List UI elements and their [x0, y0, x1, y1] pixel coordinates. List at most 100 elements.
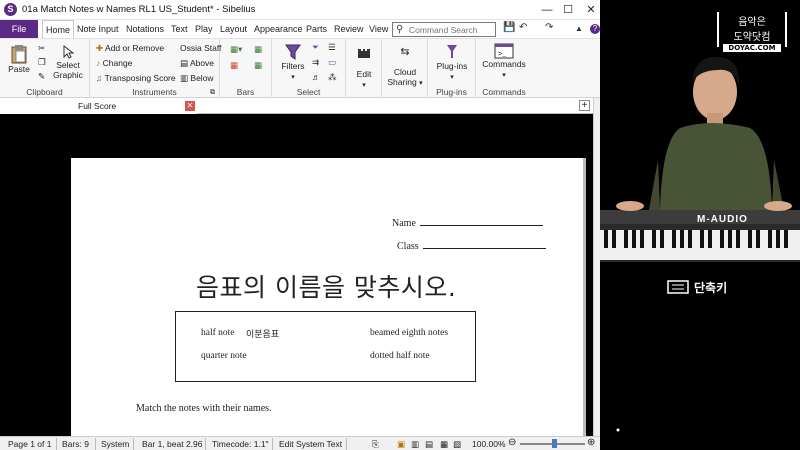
select-group-label: Select: [296, 87, 321, 97]
word-half-note-korean: 이분음표: [246, 330, 280, 340]
tab-layout[interactable]: Layout: [220, 20, 247, 38]
clipboard-group: Paste ✂ ❐ ✎ Select Graphic Clipboard: [0, 39, 90, 98]
instructor-scene: [600, 0, 800, 450]
score-page[interactable]: Name Class 음표의 이름을 맞추시오. half note 이분음표 …: [71, 158, 586, 436]
add-remove-button[interactable]: ✚ Add or Remove: [96, 43, 164, 54]
page-view-icon[interactable]: ▣: [397, 439, 405, 450]
join-bar-icon[interactable]: ▦: [254, 60, 262, 71]
terminal-icon: >_: [494, 43, 514, 59]
zoom-slider-thumb[interactable]: [552, 439, 557, 448]
bars-group-label: Bars: [236, 87, 255, 97]
title-bar: S 01a Match Notes w Names RL1 US_Student…: [0, 0, 600, 20]
select-more-icon[interactable]: ⇉: [312, 57, 319, 68]
tab-view[interactable]: View: [369, 20, 388, 38]
select-list-icon[interactable]: ☰: [328, 42, 336, 53]
sibelius-logo-icon: S: [4, 3, 17, 16]
ossia-above-button[interactable]: ▤ Above: [180, 58, 214, 69]
new-tab-button[interactable]: +: [579, 100, 590, 111]
full-score-label: Full Score: [78, 101, 117, 111]
filter-small-icon[interactable]: ⏷: [312, 42, 319, 53]
class-label: Class: [397, 241, 419, 252]
split-bar-icon[interactable]: ▦: [254, 44, 262, 55]
word-half-note: half note: [201, 328, 235, 338]
delete-bar-icon[interactable]: ▦: [230, 60, 238, 71]
fit-view-icon[interactable]: ▧: [453, 439, 461, 450]
tab-appearance[interactable]: Appearance: [254, 20, 303, 38]
bars-group: ▦▾ ▦ ▦ ▦ Bars: [220, 39, 272, 98]
status-system: System: [101, 439, 130, 449]
score-canvas[interactable]: Name Class 음표의 이름을 맞추시오. half note 이분음표 …: [0, 114, 593, 436]
zoom-in-icon[interactable]: ⊕: [587, 437, 595, 448]
cloud-sharing-button[interactable]: ⇆ Cloud Sharing ▾: [385, 47, 425, 89]
plugins-button[interactable]: Plug-ins ▾: [431, 43, 473, 83]
ossia-below-button[interactable]: ▥ Below: [180, 73, 214, 84]
clipboard-icon: [11, 45, 27, 64]
name-label: Name: [392, 218, 416, 229]
tab-home[interactable]: Home: [42, 20, 75, 38]
plugin-funnel-icon: [447, 45, 457, 58]
change-button[interactable]: ♪ Change: [96, 58, 132, 69]
save-icon[interactable]: 💾: [503, 22, 515, 33]
cut-icon[interactable]: ✂: [38, 43, 45, 54]
tab-play[interactable]: Play: [195, 20, 213, 38]
ossia-above-icon: ▤: [180, 58, 189, 68]
select-group: Filters ▾ ⏷ ☰ ⇉ ▭ ♬ ⁂ Select: [272, 39, 346, 98]
plugins-group-label: Plug-ins: [436, 87, 467, 97]
command-search[interactable]: ⚲: [392, 22, 496, 37]
tab-note-input[interactable]: Note Input: [77, 20, 119, 38]
commands-button[interactable]: >_ Commands ▾: [480, 43, 528, 81]
window-title: 01a Match Notes w Names RL1 US_Student* …: [22, 4, 256, 15]
triangle-up-icon[interactable]: ▲: [575, 24, 583, 33]
keyboard-brand-label: M-AUDIO: [697, 214, 748, 225]
format-painter-icon[interactable]: ✎: [38, 71, 45, 82]
tab-notations[interactable]: Notations: [126, 20, 164, 38]
paste-button[interactable]: Paste: [6, 44, 32, 74]
document-tabs: Full Score ✕: [0, 98, 600, 114]
filters-button[interactable]: Filters ▾: [278, 43, 308, 83]
select-system-icon[interactable]: ♬: [312, 72, 321, 83]
name-field[interactable]: Name: [392, 217, 543, 229]
spread-view-icon[interactable]: ▥: [411, 439, 419, 450]
vertical-scrollbar[interactable]: [593, 98, 600, 436]
multi-page-icon[interactable]: ▦: [440, 439, 448, 450]
panorama-view-icon[interactable]: ▤: [425, 439, 433, 450]
status-bar: Page 1 of 1 Bars: 9 System Bar 1, beat 2…: [0, 436, 600, 450]
help-icon[interactable]: ?: [590, 24, 600, 34]
status-position: Bar 1, beat 2.96: [142, 439, 203, 449]
tab-parts[interactable]: Parts: [306, 20, 327, 38]
status-mode: Edit System Text: [279, 439, 343, 449]
instruments-group: ✚ Add or Remove ♪ Change ♫ Transposing S…: [90, 39, 221, 98]
class-field[interactable]: Class: [397, 240, 546, 252]
edit-button[interactable]: Edit ▾: [349, 45, 379, 91]
copy-icon[interactable]: ❐: [38, 57, 46, 68]
undo-icon[interactable]: ↶: [519, 22, 527, 33]
status-timecode: Timecode: 1.1": [212, 439, 269, 449]
select-range-icon[interactable]: ▭: [328, 57, 336, 68]
select-graphic-button[interactable]: Select Graphic: [52, 44, 84, 80]
commands-group: >_ Commands ▾ Commands: [476, 39, 532, 98]
select-passage-icon[interactable]: ⁂: [328, 72, 337, 83]
tab-text[interactable]: Text: [171, 20, 188, 38]
add-bar-icon[interactable]: ▦▾: [230, 44, 242, 55]
view-icon[interactable]: ⎘: [372, 439, 379, 450]
close-button[interactable]: ✕: [574, 0, 600, 20]
zoom-out-icon[interactable]: ⊖: [508, 437, 516, 448]
tab-review[interactable]: Review: [334, 20, 364, 38]
status-bars: Bars: 9: [62, 439, 89, 449]
command-search-input[interactable]: [409, 24, 495, 35]
instruction-text[interactable]: Match the notes with their names.: [136, 403, 272, 414]
status-page: Page 1 of 1: [8, 439, 52, 449]
redo-icon[interactable]: ↷: [545, 22, 553, 33]
instructor-video: 음악은 도약닷컴 DOYAC.COM M-AUDIO 단축키: [600, 0, 800, 450]
svg-text:>_: >_: [498, 51, 507, 59]
ossia-below-icon: ▥: [180, 73, 189, 83]
filter-funnel-icon: [285, 44, 301, 60]
close-tab-icon[interactable]: ✕: [185, 101, 195, 111]
word-dotted-half: dotted half note: [370, 351, 430, 361]
transposing-score-button[interactable]: ♫ Transposing Score: [96, 73, 176, 84]
tab-full-score[interactable]: Full Score ✕: [0, 98, 197, 114]
clipboard-group-label: Clipboard: [26, 87, 63, 97]
status-zoom: 100.00%: [472, 439, 506, 449]
tab-file[interactable]: File: [0, 20, 38, 38]
score-title[interactable]: 음표의 이름을 맞추시오.: [196, 268, 456, 304]
